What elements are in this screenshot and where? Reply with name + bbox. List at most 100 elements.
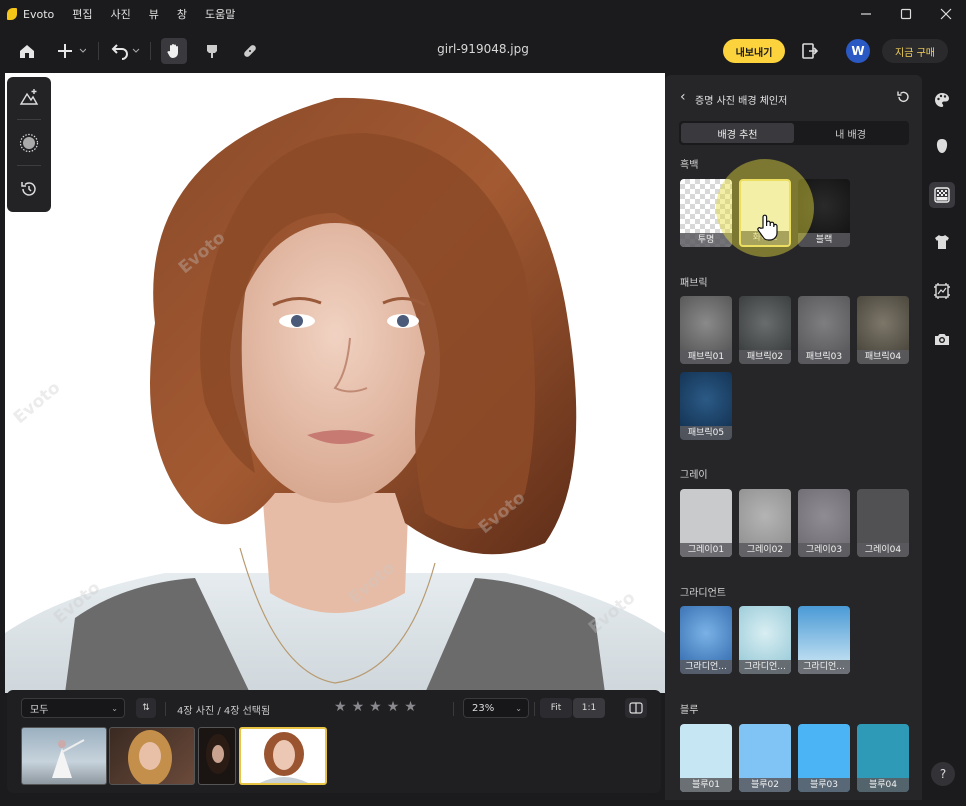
- tile-label: 블랙: [798, 233, 850, 247]
- bg-tile-blue02[interactable]: 블루02: [739, 724, 791, 792]
- thumbnail-image: [128, 730, 172, 784]
- evoto-logo-icon: [7, 8, 17, 20]
- tile-label: 패브릭02: [739, 350, 791, 364]
- tile-label: 패브릭01: [680, 350, 732, 364]
- bg-tile-gray01[interactable]: 그레이01: [680, 489, 732, 557]
- star-icon[interactable]: ★: [404, 699, 417, 715]
- tile-label: 패브릭03: [798, 350, 850, 364]
- bg-tile-gradient02[interactable]: 그라디언...: [739, 606, 791, 674]
- fit-button[interactable]: Fit: [540, 698, 572, 718]
- hand-tool-button[interactable]: [161, 38, 187, 64]
- star-icon[interactable]: ★: [334, 699, 347, 715]
- add-button[interactable]: [54, 38, 88, 64]
- menu-edit[interactable]: 편집: [72, 6, 92, 22]
- panel-header: ‹ 증명 사진 배경 체인저: [665, 75, 922, 121]
- tile-label: 블루04: [857, 778, 909, 792]
- plus-icon: [58, 44, 86, 58]
- sort-button[interactable]: ⇅: [136, 698, 156, 718]
- menu-photo[interactable]: 사진: [110, 6, 130, 22]
- tile-label: 블루01: [680, 778, 732, 792]
- close-button[interactable]: [926, 0, 966, 28]
- toolbar: girl-919048.jpg 내보내기 W 지금 구매: [0, 28, 966, 74]
- star-icon[interactable]: ★: [387, 699, 400, 715]
- face-icon[interactable]: [931, 135, 953, 157]
- buy-now-button[interactable]: 지금 구매: [882, 39, 948, 63]
- bg-tile-gray04[interactable]: 그레이04: [857, 489, 909, 557]
- account-avatar[interactable]: W: [846, 39, 870, 63]
- thumbnail-1[interactable]: [21, 727, 107, 785]
- tile-label: 투명: [680, 233, 732, 247]
- menu-window[interactable]: 창: [177, 6, 187, 22]
- bg-tile-gradient01[interactable]: 그라디언...: [680, 606, 732, 674]
- bg-tile-fabric04[interactable]: 패브릭04: [857, 296, 909, 364]
- bg-tile-blue01[interactable]: 블루01: [680, 724, 732, 792]
- palette-icon[interactable]: [931, 89, 953, 111]
- dotted-circle-icon[interactable]: [19, 133, 39, 153]
- minimize-button[interactable]: [846, 0, 886, 28]
- left-tool-panel: [7, 77, 51, 212]
- pointer-hand-icon: [757, 214, 778, 241]
- tool-divider: [17, 119, 41, 120]
- thumbnail-image: [206, 734, 230, 774]
- one-to-one-button[interactable]: 1:1: [573, 698, 605, 718]
- tool-divider: [17, 165, 41, 166]
- export-arrow-icon: [802, 43, 819, 59]
- thumbnail-4[interactable]: [239, 727, 327, 785]
- tab-recommended[interactable]: 배경 추천: [681, 123, 794, 143]
- bg-tile-gray02[interactable]: 그레이02: [739, 489, 791, 557]
- tile-label: 블루02: [739, 778, 791, 792]
- divider: [165, 702, 166, 716]
- bg-tile-gradient03[interactable]: 그라디언...: [798, 606, 850, 674]
- toolbar-divider: [98, 42, 99, 60]
- toolbar-divider: [150, 42, 151, 60]
- landscape-add-icon[interactable]: [19, 87, 39, 107]
- brush-tool-button[interactable]: [200, 38, 224, 64]
- bg-tile-black[interactable]: 블랙: [798, 179, 850, 247]
- history-icon[interactable]: [19, 179, 39, 199]
- bg-tile-fabric03[interactable]: 패브릭03: [798, 296, 850, 364]
- menu-help[interactable]: 도움말: [205, 6, 235, 22]
- home-button[interactable]: [16, 38, 38, 64]
- filter-dropdown[interactable]: 모두 ⌄: [21, 698, 125, 718]
- section-label-blue: 블루: [680, 705, 699, 716]
- tile-label: 그레이01: [680, 543, 732, 557]
- bg-tile-transparent[interactable]: 투명: [680, 179, 732, 247]
- star-icon[interactable]: ★: [352, 699, 365, 715]
- section-label-gray: 그레이: [680, 470, 708, 481]
- thumbnail-2[interactable]: [109, 727, 195, 785]
- divider: [534, 702, 535, 716]
- thumbnail-3[interactable]: [198, 727, 236, 785]
- split-view-icon: [629, 702, 643, 714]
- bg-tile-blue03[interactable]: 블루03: [798, 724, 850, 792]
- background-icon[interactable]: [929, 182, 955, 208]
- bandage-tool-button[interactable]: [238, 38, 262, 64]
- star-icon[interactable]: ★: [369, 699, 382, 715]
- reset-icon[interactable]: [896, 90, 910, 104]
- help-button[interactable]: ?: [931, 762, 955, 786]
- bg-tile-fabric02[interactable]: 패브릭02: [739, 296, 791, 364]
- tab-switcher: 배경 추천 내 배경: [679, 121, 909, 145]
- zoom-dropdown[interactable]: 23% ⌄: [463, 698, 529, 718]
- thumbnail-image: [52, 739, 85, 778]
- bg-tile-fabric01[interactable]: 패브릭01: [680, 296, 732, 364]
- shirt-icon[interactable]: [931, 231, 953, 253]
- back-arrow-icon[interactable]: ‹: [680, 89, 686, 105]
- bg-tile-gray03[interactable]: 그레이03: [798, 489, 850, 557]
- bg-tile-blue04[interactable]: 블루04: [857, 724, 909, 792]
- compare-button[interactable]: [625, 698, 647, 718]
- camera-icon[interactable]: [931, 328, 953, 350]
- tile-label: 그레이03: [798, 543, 850, 557]
- menu-view[interactable]: 뷰: [149, 6, 159, 22]
- export-button[interactable]: 내보내기: [723, 39, 785, 63]
- photo-canvas[interactable]: Evoto Evoto Evoto Evoto Evoto Evoto: [5, 73, 665, 693]
- divider: [453, 702, 454, 716]
- crop-icon[interactable]: [931, 280, 953, 302]
- tab-my-backgrounds[interactable]: 내 배경: [794, 123, 907, 143]
- bg-tile-fabric05[interactable]: 패브릭05: [680, 372, 732, 440]
- maximize-button[interactable]: [886, 0, 926, 28]
- undo-button[interactable]: [108, 38, 142, 64]
- filmstrip-panel: 모두 ⌄ ⇅ 4장 사진 / 4장 선택됨 ★ ★ ★ ★ ★ 23% ⌄ Fi…: [7, 690, 661, 793]
- export-to-button[interactable]: [799, 38, 821, 64]
- tile-label: 그라디언...: [680, 660, 732, 674]
- rating-stars[interactable]: ★ ★ ★ ★ ★: [334, 699, 422, 715]
